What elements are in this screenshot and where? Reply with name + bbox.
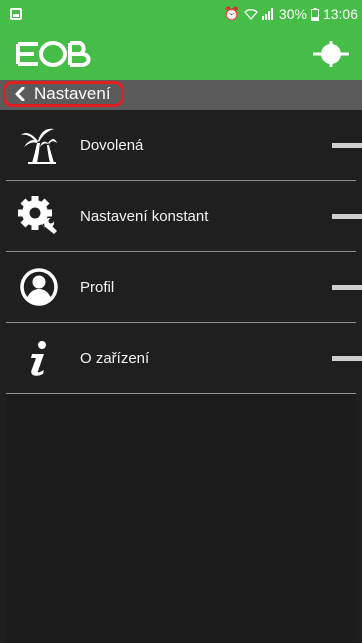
- app-bar: [0, 28, 362, 80]
- menu-item-label: Dovolená: [80, 136, 144, 154]
- signal-icon: [261, 8, 273, 20]
- menu-item-label: Nastavení konstant: [80, 207, 209, 225]
- drag-handle[interactable]: [332, 284, 362, 290]
- menu-item-label: Profil: [80, 278, 115, 296]
- chevron-left-icon: [15, 87, 25, 101]
- eob-logo[interactable]: [14, 37, 92, 71]
- battery-percent: 30%: [278, 6, 307, 22]
- drag-handle[interactable]: [332, 355, 362, 361]
- back-button-label: Nastavení: [34, 84, 111, 103]
- menu-item-o-zarizeni[interactable]: O zařízení: [6, 323, 362, 394]
- target-crosshair-icon[interactable]: [312, 35, 350, 73]
- settings-menu: Dovolená Nastavení konstant Profil O zař…: [6, 110, 362, 394]
- status-bar: ⏰ 30% 13:06: [0, 0, 362, 28]
- menu-item-label: O zařízení: [80, 349, 150, 367]
- wifi-icon: [244, 9, 258, 20]
- info-icon: [18, 337, 60, 379]
- menu-item-nastaveni-konstant[interactable]: Nastavení konstant: [6, 181, 362, 252]
- breadcrumb: Nastavení: [0, 80, 362, 110]
- clock-time: 13:06: [322, 6, 358, 22]
- battery-icon: [310, 7, 319, 21]
- gear-wrench-icon: [18, 195, 60, 237]
- palm-tree-icon: [18, 124, 60, 166]
- menu-item-dovolena[interactable]: Dovolená: [6, 110, 362, 181]
- drag-handle[interactable]: [332, 142, 362, 148]
- notification-icon: [10, 8, 22, 20]
- empty-content-area: [6, 394, 356, 643]
- menu-item-profil[interactable]: Profil: [6, 252, 362, 323]
- user-circle-icon: [18, 266, 60, 308]
- drag-handle[interactable]: [332, 213, 362, 219]
- status-indicators: ⏰ 30% 13:06: [224, 6, 358, 22]
- back-button[interactable]: Nastavení: [3, 81, 124, 107]
- alarm-icon: ⏰: [223, 6, 240, 21]
